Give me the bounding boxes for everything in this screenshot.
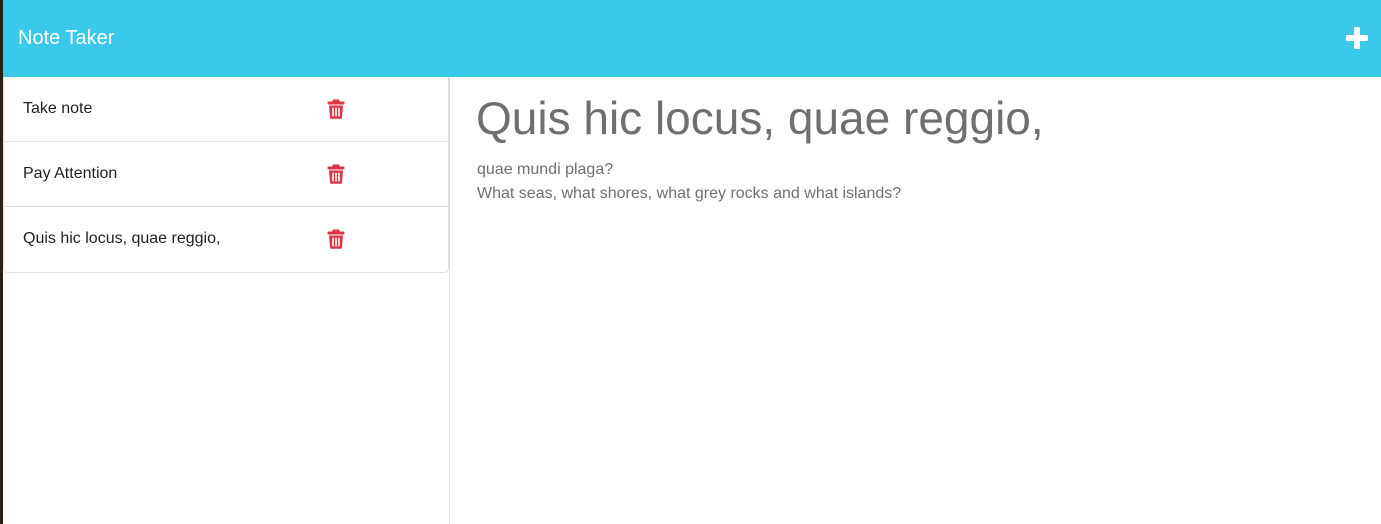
- list-item[interactable]: Pay Attention: [4, 142, 448, 207]
- trash-icon: [327, 99, 345, 119]
- note-list-title: Quis hic locus, quae reggio,: [23, 230, 221, 247]
- app-window: Note Taker Take note Pay Attention Quis …: [0, 0, 1381, 524]
- trash-icon: [327, 164, 345, 184]
- add-note-button[interactable]: [1341, 22, 1373, 54]
- notes-list: Take note Pay Attention Quis hic locus, …: [3, 77, 449, 273]
- note-list-title: Pay Attention: [23, 165, 118, 182]
- note-editor: Quis hic locus, quae reggio, quae mundi …: [451, 77, 1381, 524]
- list-item[interactable]: Take note: [4, 77, 448, 142]
- note-list-title: Take note: [23, 100, 93, 117]
- app-title[interactable]: Note Taker: [18, 26, 114, 50]
- list-item[interactable]: Quis hic locus, quae reggio,: [4, 207, 448, 272]
- note-text-area[interactable]: quae mundi plaga? What seas, what shores…: [477, 158, 1357, 206]
- delete-note-button[interactable]: [327, 229, 345, 249]
- note-text-line: What seas, what shores, what grey rocks …: [477, 185, 902, 202]
- note-title-input[interactable]: Quis hic locus, quae reggio,: [476, 92, 1044, 144]
- note-text-line: quae mundi plaga?: [477, 161, 614, 178]
- navbar: Note Taker: [0, 0, 1381, 77]
- delete-note-button[interactable]: [327, 164, 345, 184]
- plus-icon: [1346, 27, 1368, 49]
- trash-icon: [327, 229, 345, 249]
- delete-note-button[interactable]: [327, 99, 345, 119]
- notes-sidebar: Take note Pay Attention Quis hic locus, …: [3, 77, 450, 524]
